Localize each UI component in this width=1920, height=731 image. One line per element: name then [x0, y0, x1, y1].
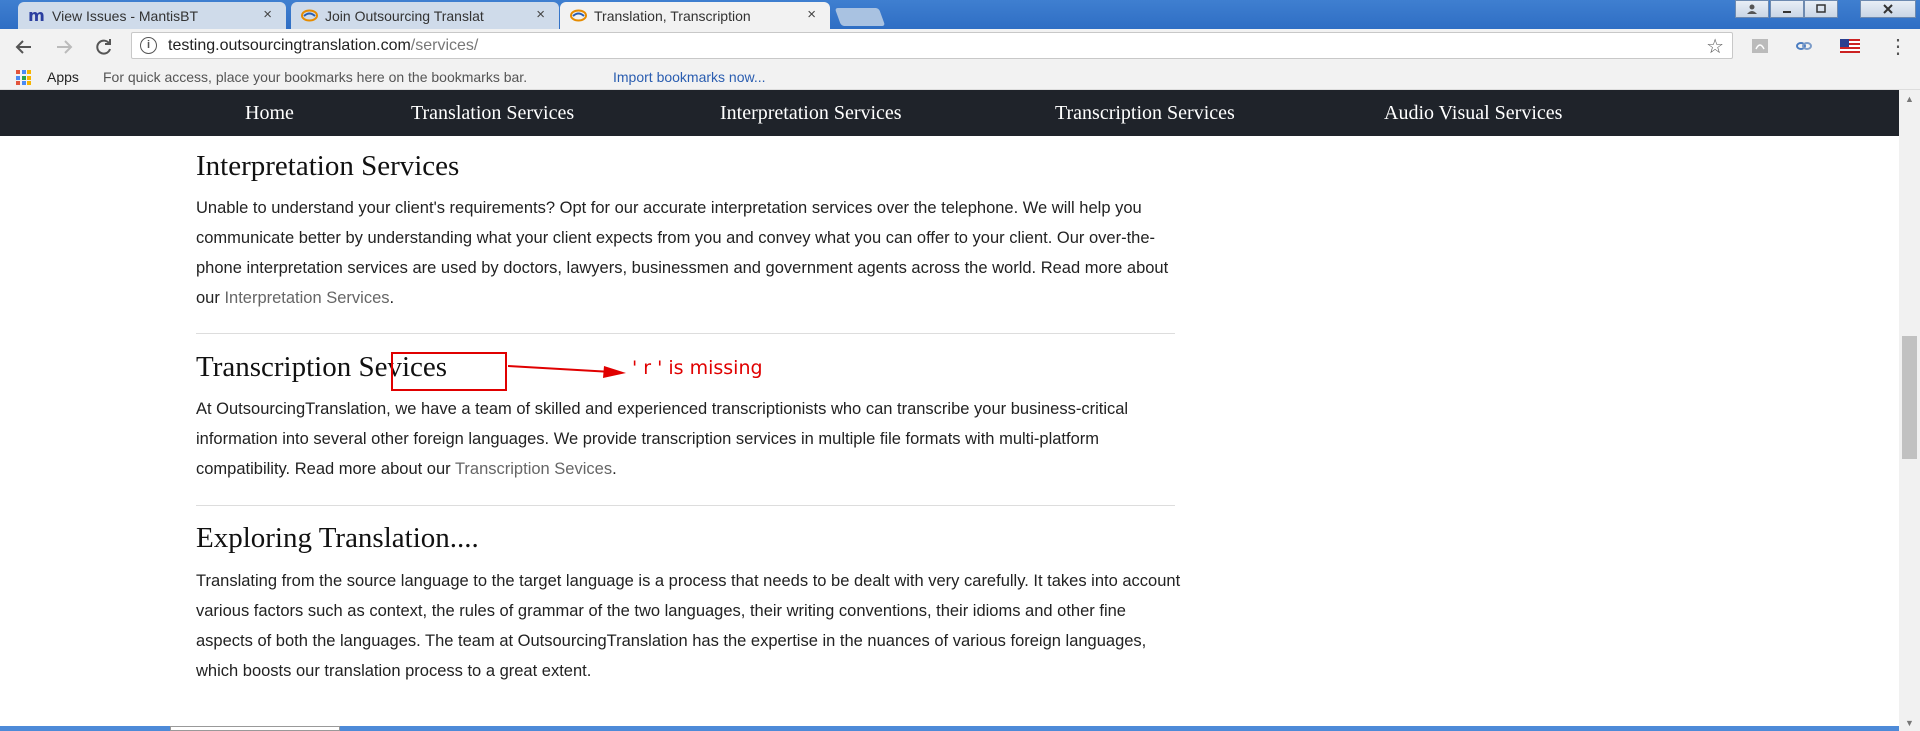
body-text: At OutsourcingTranslation, we have a tea… — [196, 400, 1129, 478]
bookmark-star-icon[interactable]: ☆ — [1706, 34, 1724, 59]
section-body-exploring: Translating from the source language to … — [196, 572, 1181, 680]
divider — [196, 333, 1175, 334]
forward-button[interactable] — [51, 34, 77, 60]
body-tail: . — [389, 289, 395, 307]
nav-home[interactable]: Home — [245, 102, 294, 125]
nav-audio-visual-services[interactable]: Audio Visual Services — [1384, 102, 1562, 125]
tab-title: View Issues - MantisBT — [52, 7, 199, 24]
ot-logo-icon — [570, 7, 587, 24]
interpretation-services-link[interactable]: Interpretation Services — [224, 289, 389, 307]
apps-grid-icon[interactable] — [16, 70, 31, 85]
close-icon[interactable]: × — [263, 6, 272, 23]
url-host: testing.outsourcingtranslation.com — [168, 37, 411, 54]
annotation-label: ' r ' is missing — [632, 357, 763, 379]
browser-toolbar: i testing.outsourcingtranslation.com/ser… — [0, 29, 1920, 65]
transcription-services-link[interactable]: Transcription Sevices — [455, 460, 612, 478]
arrow-left-icon — [15, 40, 31, 54]
scroll-up-icon[interactable]: ▲ — [1899, 90, 1920, 107]
section-body-transcription: At OutsourcingTranslation, we have a tea… — [196, 394, 1186, 484]
tab-join-outsourcing[interactable]: Join Outsourcing Translat × — [291, 2, 559, 29]
section-title-interpretation: Interpretation Services — [196, 150, 460, 182]
reload-icon — [96, 39, 111, 55]
pdf-extension-icon[interactable] — [1750, 37, 1770, 55]
info-icon[interactable]: i — [140, 37, 157, 54]
url-text[interactable]: testing.outsourcingtranslation.com/servi… — [168, 37, 478, 55]
tab-translation-transcription[interactable]: Translation, Transcription × — [560, 2, 830, 30]
section-title-exploring: Exploring Translation.... — [196, 522, 479, 554]
tab-strip: m View Issues - MantisBT × Join Outsourc… — [0, 0, 1920, 30]
site-nav: Home Translation Services Interpretation… — [0, 90, 1899, 136]
annotation-highlight-box — [391, 352, 507, 391]
url-path: /services/ — [410, 37, 479, 54]
import-bookmarks-link[interactable]: Import bookmarks now... — [613, 69, 766, 85]
nav-translation-services[interactable]: Translation Services — [411, 102, 574, 125]
maximize-button[interactable] — [1804, 0, 1838, 18]
nav-transcription-services[interactable]: Transcription Services — [1055, 102, 1235, 125]
tab-title: Join Outsourcing Translat — [325, 7, 484, 24]
reload-button[interactable] — [91, 34, 117, 60]
mantis-icon: m — [28, 6, 45, 25]
back-button[interactable] — [11, 34, 37, 60]
scroll-down-icon[interactable]: ▼ — [1899, 714, 1920, 731]
apps-label[interactable]: Apps — [47, 69, 79, 85]
nav-interpretation-services[interactable]: Interpretation Services — [720, 102, 902, 125]
vertical-scrollbar[interactable]: ▲ ▼ — [1899, 90, 1920, 731]
address-bar[interactable]: i testing.outsourcingtranslation.com/ser… — [131, 32, 1733, 59]
divider — [196, 505, 1175, 506]
bookmarks-hint: For quick access, place your bookmarks h… — [103, 69, 528, 85]
close-icon[interactable]: × — [536, 6, 545, 23]
scroll-thumb[interactable] — [1902, 336, 1917, 459]
us-flag-icon[interactable] — [1840, 37, 1860, 55]
person-icon — [1747, 4, 1757, 14]
window-close-button[interactable] — [1860, 0, 1916, 18]
annotation-arrow-icon — [508, 365, 626, 378]
minimize-icon — [1783, 11, 1791, 13]
ot-logo-icon — [301, 7, 318, 24]
section-body-interpretation: Unable to understand your client's requi… — [196, 193, 1186, 313]
browser-menu-icon[interactable]: ⋮ — [1888, 34, 1908, 59]
bookmarks-bar: Apps For quick access, place your bookma… — [0, 65, 1920, 90]
link-extension-icon[interactable] — [1794, 37, 1814, 55]
restore-icon — [1816, 4, 1826, 13]
new-tab-button[interactable] — [834, 8, 886, 26]
taskbar-item — [170, 726, 340, 731]
tab-title: Translation, Transcription — [594, 8, 751, 24]
arrow-right-icon — [57, 40, 73, 54]
body-tail: . — [612, 460, 617, 478]
close-icon — [1883, 4, 1893, 14]
minimize-button[interactable] — [1770, 0, 1804, 18]
close-icon[interactable]: × — [807, 6, 816, 23]
tab-mantis[interactable]: m View Issues - MantisBT × — [18, 2, 286, 29]
title-prefix: Transcription — [196, 351, 359, 383]
user-profile-button[interactable] — [1735, 0, 1769, 18]
